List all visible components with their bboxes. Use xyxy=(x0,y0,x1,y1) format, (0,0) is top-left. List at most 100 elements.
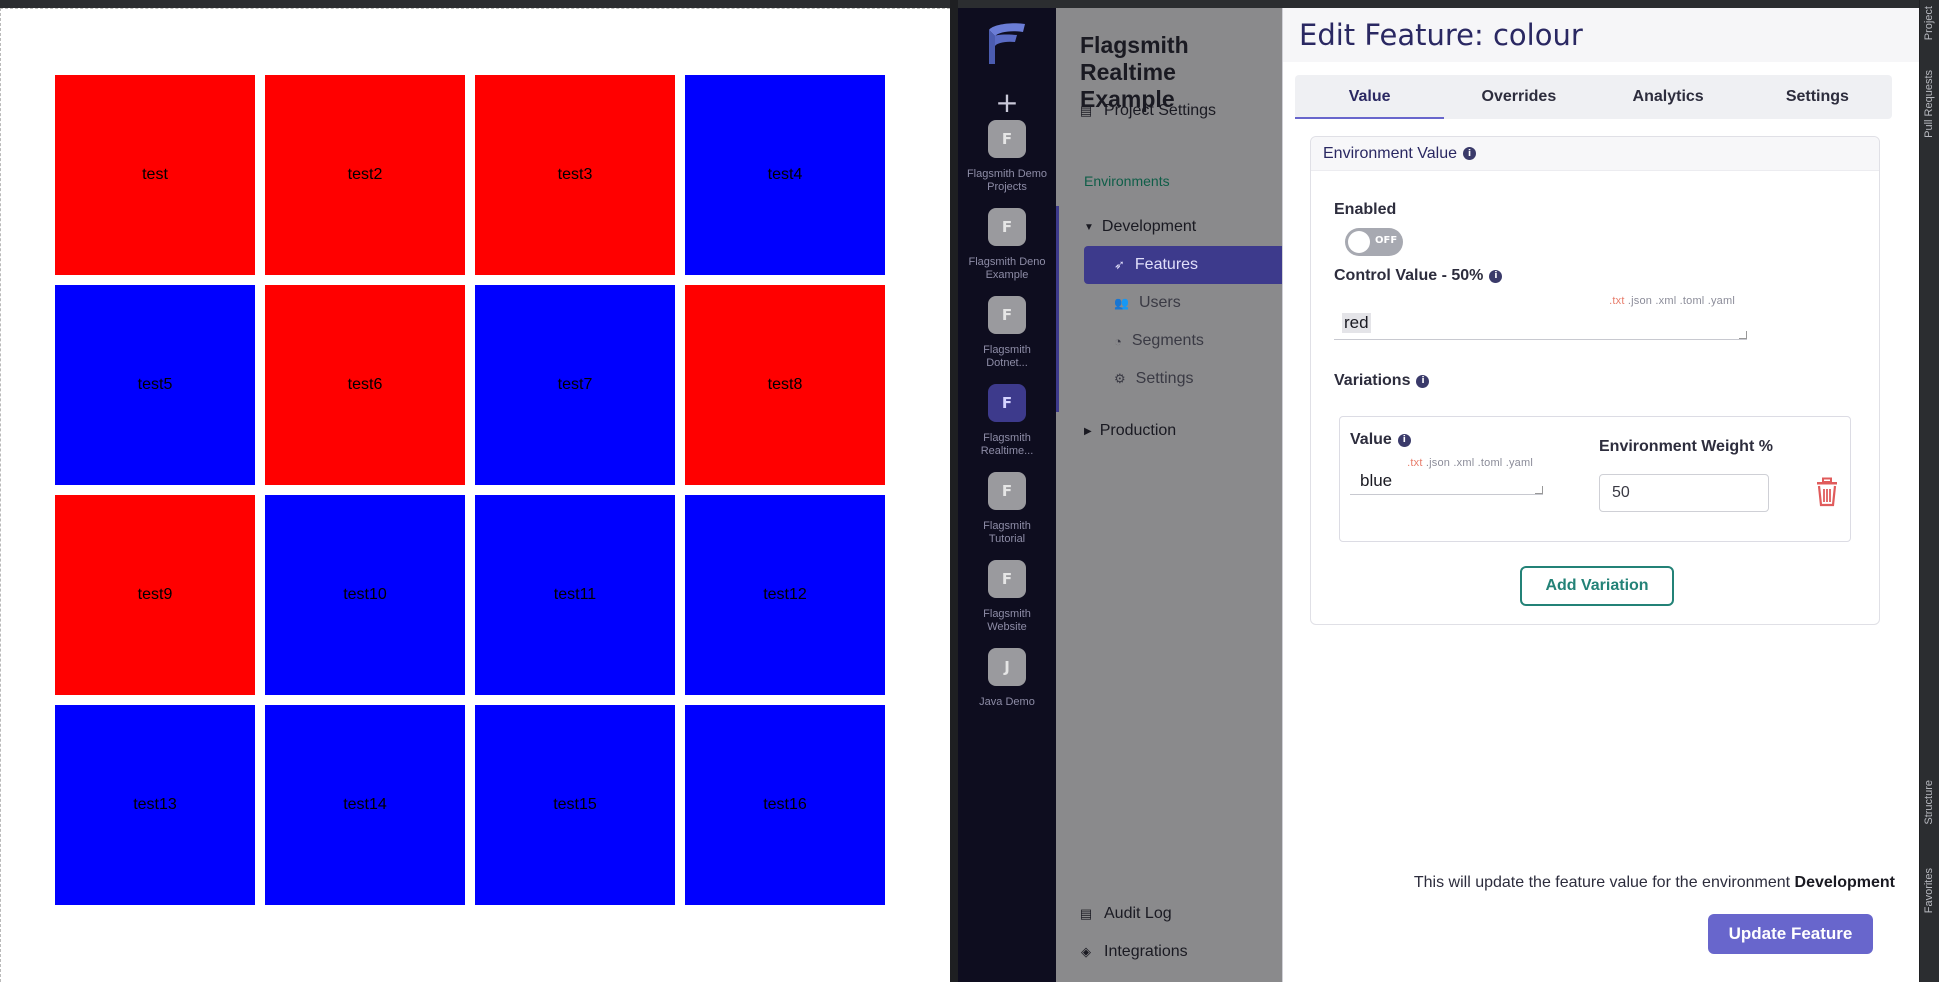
project-title: Flagsmith Realtime Example xyxy=(1080,32,1189,112)
resize-handle-icon[interactable] xyxy=(1739,331,1747,339)
project-item[interactable]: F Flagsmith Dotnet... xyxy=(958,296,1056,370)
update-note-env: Development xyxy=(1794,874,1895,891)
project-avatar: F xyxy=(988,384,1026,422)
grid-cell: test14 xyxy=(265,705,465,905)
project-avatar: F xyxy=(988,472,1026,510)
grid-cell: test5 xyxy=(55,285,255,485)
grid-cell: test8 xyxy=(685,285,885,485)
format-yaml[interactable]: .yaml xyxy=(1506,457,1533,469)
env-development-label: Development xyxy=(1101,218,1197,235)
pull-requests-tool-tab[interactable]: Pull Requests xyxy=(1923,70,1935,138)
format-json[interactable]: .json xyxy=(1628,295,1652,307)
project-item[interactable]: F Flagsmith Deno Example xyxy=(958,208,1056,282)
control-value-textarea[interactable]: .txt .json .xml .toml .yaml red xyxy=(1334,295,1747,340)
variation-value-textarea[interactable]: .txt .json .xml .toml .yaml blue xyxy=(1350,457,1543,495)
format-yaml[interactable]: .yaml xyxy=(1708,295,1735,307)
colour-grid: test test2 test3 test4 test5 test6 test7 test8 t… xyxy=(55,75,887,907)
tab-settings[interactable]: Settings xyxy=(1743,75,1892,119)
demo-app-pane: test test2 test3 test4 test5 test6 test7 test8 t… xyxy=(0,8,950,982)
nav-segments[interactable]: ◔ Segments xyxy=(1114,332,1204,350)
grid-cell: test15 xyxy=(475,705,675,905)
format-toml[interactable]: .toml xyxy=(1680,295,1705,307)
add-variation-button[interactable]: Add Variation xyxy=(1520,566,1674,606)
tab-overrides[interactable]: Overrides xyxy=(1444,75,1593,119)
project-item[interactable]: F Flagsmith Tutorial xyxy=(958,472,1056,546)
update-feature-button[interactable]: Update Feature xyxy=(1708,914,1873,954)
modal-title: Edit Feature: colour xyxy=(1299,18,1583,52)
control-value-text: red xyxy=(1342,313,1371,333)
integrations-label: Integrations xyxy=(1104,943,1188,960)
format-json[interactable]: .json xyxy=(1426,457,1450,469)
project-item[interactable]: J Java Demo xyxy=(958,648,1056,709)
project-item[interactable]: F Flagsmith Demo Projects xyxy=(958,120,1056,194)
project-name: Flagsmith Demo Projects xyxy=(966,168,1048,193)
pane-divider[interactable] xyxy=(950,0,958,982)
format-selector[interactable]: .txt .json .xml .toml .yaml xyxy=(1609,295,1735,307)
variation-row: Value i Environment Weight % .txt .json … xyxy=(1339,416,1851,542)
rocket-icon: ➶ xyxy=(1114,257,1125,272)
favorites-tool-tab[interactable]: Favorites xyxy=(1923,868,1935,913)
nav-segments-label: Segments xyxy=(1131,332,1204,349)
format-txt[interactable]: .txt xyxy=(1407,457,1422,469)
project-avatar: F xyxy=(988,296,1026,334)
tab-value[interactable]: Value xyxy=(1295,75,1445,119)
project-name: Flagsmith Deno Example xyxy=(968,256,1046,281)
variation-value-text: blue xyxy=(1360,471,1393,490)
resize-handle-icon[interactable] xyxy=(1535,486,1543,494)
grid-cell: test7 xyxy=(475,285,675,485)
project-name: Flagsmith Website xyxy=(983,608,1031,633)
project-name: Java Demo xyxy=(979,696,1035,708)
modal-header: Edit Feature: colour xyxy=(1283,8,1920,62)
project-name: Flagsmith Dotnet... xyxy=(983,344,1031,369)
layers-icon: ◈ xyxy=(1081,944,1091,959)
project-name: Flagsmith Realtime... xyxy=(980,432,1034,457)
structure-tool-tab[interactable]: Structure xyxy=(1923,780,1935,825)
info-icon[interactable]: i xyxy=(1489,269,1503,283)
environment-value-heading: Environment Value xyxy=(1323,144,1457,162)
grid-cell: test2 xyxy=(265,75,465,275)
trash-icon[interactable] xyxy=(1814,477,1840,507)
project-avatar: J xyxy=(988,648,1026,686)
project-settings-link[interactable]: ▤ Project Settings xyxy=(1078,102,1216,120)
project-sidebar: + F Flagsmith Demo Projects F Flagsmith Den… xyxy=(958,8,1056,982)
format-xml[interactable]: .xml xyxy=(1453,457,1474,469)
tab-analytics[interactable]: Analytics xyxy=(1594,75,1743,119)
grid-cell: test4 xyxy=(685,75,885,275)
nav-users[interactable]: 👥 Users xyxy=(1114,294,1181,312)
env-development[interactable]: ▼ Development xyxy=(1084,218,1196,236)
audit-log-label: Audit Log xyxy=(1104,905,1172,922)
pie-chart-icon: ◔ xyxy=(1114,333,1122,349)
project-item[interactable]: F Flagsmith Website xyxy=(958,560,1056,634)
env-production[interactable]: ▶ Production xyxy=(1084,422,1176,440)
grid-cell: test12 xyxy=(685,495,885,695)
variation-value-label: Value i xyxy=(1350,431,1411,449)
environment-weight-input[interactable]: 50 xyxy=(1599,474,1769,512)
enabled-toggle[interactable]: OFF xyxy=(1345,228,1403,256)
edit-feature-modal: Edit Feature: colour Value Overrides Analy… xyxy=(1282,8,1920,982)
project-nav: Flagsmith Realtime Example ▤ Project Set… xyxy=(1056,8,1282,982)
environment-weight-label: Environment Weight % xyxy=(1599,438,1773,456)
integrations-link[interactable]: ◈ Integrations xyxy=(1078,943,1188,961)
format-xml[interactable]: .xml xyxy=(1655,295,1676,307)
nav-features[interactable]: ➶ Features xyxy=(1114,256,1198,274)
nav-env-settings[interactable]: ⚙ Settings xyxy=(1114,370,1193,388)
variation-format-selector[interactable]: .txt .json .xml .toml .yaml xyxy=(1407,457,1533,469)
grid-cell: test13 xyxy=(55,705,255,905)
audit-log-link[interactable]: ▤ Audit Log xyxy=(1078,905,1172,923)
add-project-button[interactable]: + xyxy=(958,86,1056,119)
project-item[interactable]: F Flagsmith Realtime... xyxy=(958,384,1056,458)
environment-value-header: Environment Value i xyxy=(1311,137,1879,171)
sliders-icon: ▤ xyxy=(1079,103,1093,118)
format-txt[interactable]: .txt xyxy=(1609,295,1624,307)
info-icon[interactable]: i xyxy=(1416,374,1430,388)
info-icon[interactable]: i xyxy=(1463,147,1476,160)
control-value-label: Control Value - 50% i xyxy=(1334,267,1503,285)
info-icon[interactable]: i xyxy=(1397,433,1411,447)
window-top-bar xyxy=(0,0,1939,8)
format-toml[interactable]: .toml xyxy=(1478,457,1503,469)
project-avatar: F xyxy=(988,120,1026,158)
control-value-label-text: Control Value - 50% xyxy=(1334,267,1484,284)
toggle-knob xyxy=(1348,231,1370,253)
project-tool-tab[interactable]: Project xyxy=(1923,6,1935,40)
flagsmith-logo-icon[interactable] xyxy=(983,20,1031,68)
